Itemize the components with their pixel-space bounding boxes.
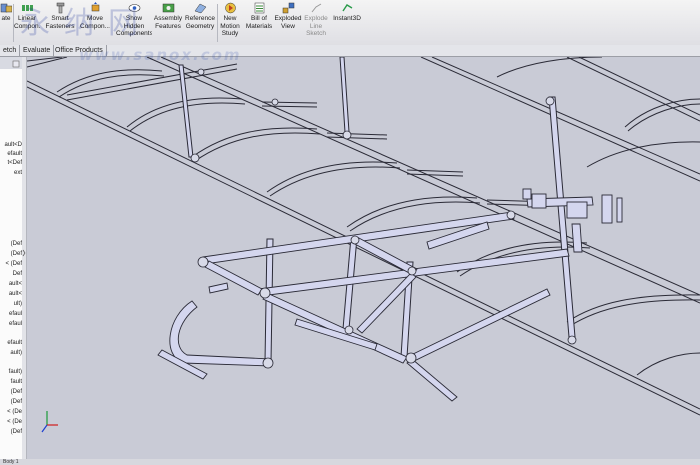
tree-item[interactable]: ault< bbox=[0, 280, 22, 288]
motion-study-icon bbox=[224, 2, 236, 14]
lower-frame-tubes bbox=[157, 196, 594, 402]
tree-item[interactable]: ault) bbox=[0, 349, 22, 357]
tree-item[interactable]: < (De bbox=[0, 408, 22, 416]
mate-icon bbox=[0, 3, 12, 13]
tree-filter-icon[interactable] bbox=[0, 58, 22, 70]
cross-members bbox=[66, 63, 553, 207]
tree-header bbox=[0, 57, 22, 69]
assembly-features-icon bbox=[162, 3, 174, 13]
reference-geometry-icon bbox=[194, 3, 206, 14]
reference-geometry-button[interactable]: Reference Geometry bbox=[184, 2, 216, 44]
tree-item[interactable]: (Def bbox=[0, 388, 22, 396]
graphics-area[interactable] bbox=[27, 57, 700, 459]
tree-item[interactable]: t<Def bbox=[0, 159, 22, 167]
tree-item[interactable]: ext bbox=[0, 169, 22, 177]
toolbar-separator bbox=[217, 4, 218, 42]
tree-item[interactable]: < (De bbox=[0, 418, 22, 426]
tab-sketch[interactable]: etch bbox=[0, 45, 21, 56]
tree-item[interactable]: efaul bbox=[0, 310, 22, 318]
instant3d-button[interactable]: Instant3D bbox=[331, 2, 363, 44]
bom-icon bbox=[254, 2, 264, 14]
tree-item[interactable]: ault< bbox=[0, 290, 22, 298]
explode-line-icon bbox=[311, 3, 321, 13]
tree-item[interactable]: (Def bbox=[0, 428, 22, 436]
exploded-view-button[interactable]: Exploded View bbox=[274, 2, 302, 44]
assembly-features-button[interactable]: Assembly Features bbox=[153, 2, 183, 44]
bill-of-materials-button[interactable]: Bill of Materials bbox=[244, 2, 274, 44]
new-motion-study-button[interactable]: New Motion Study bbox=[219, 2, 241, 44]
tree-item[interactable]: (Def bbox=[0, 250, 22, 258]
exploded-view-icon bbox=[282, 2, 294, 14]
tree-item[interactable]: Def bbox=[0, 270, 22, 278]
tab-evaluate[interactable]: Evaluate bbox=[20, 45, 55, 56]
command-manager-toolbar: ate Linear Compon... Smart Fasteners Mov… bbox=[0, 0, 700, 46]
tree-item[interactable]: efault bbox=[0, 150, 22, 158]
tree-item[interactable]: (Def bbox=[0, 240, 22, 248]
instant3d-icon bbox=[341, 4, 352, 12]
tree-item[interactable]: < (Def bbox=[0, 260, 22, 268]
status-bar: Body 1 bbox=[0, 459, 700, 465]
tree-item[interactable]: (Def bbox=[0, 398, 22, 406]
mate-button[interactable]: ate bbox=[0, 2, 12, 44]
joint-nodes bbox=[190, 68, 577, 369]
tree-item[interactable]: efaul bbox=[0, 320, 22, 328]
feature-manager-tree: ault<D efault t<Def ext (Def (Def < (Def… bbox=[0, 57, 23, 459]
explode-line-sketch-button[interactable]: Explode Line Sketch bbox=[303, 2, 329, 44]
tree-item[interactable]: fault bbox=[0, 378, 22, 386]
tree-item[interactable]: ault<D bbox=[0, 141, 22, 149]
watermark-chinese: 永纳网 bbox=[20, 6, 152, 41]
tree-item[interactable]: efault bbox=[0, 339, 22, 347]
view-triad bbox=[41, 411, 58, 433]
tree-item[interactable]: ult) bbox=[0, 300, 22, 308]
tree-item[interactable]: fault) bbox=[0, 368, 22, 376]
